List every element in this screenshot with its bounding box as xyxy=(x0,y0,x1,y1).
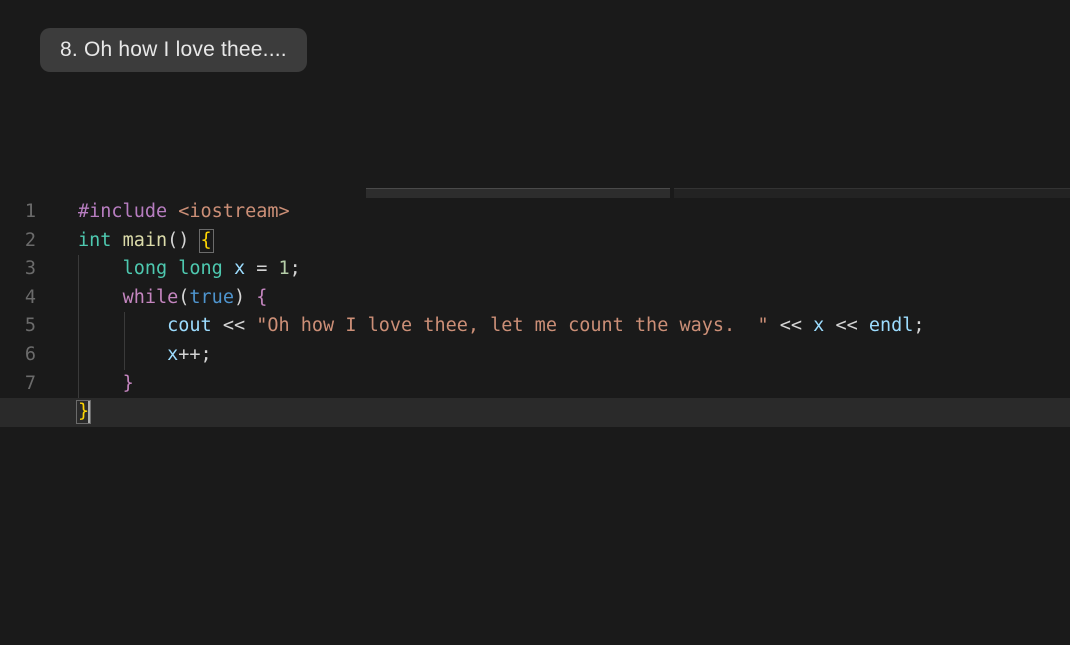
code-line[interactable]: #include <iostream> xyxy=(78,198,1070,227)
code-token xyxy=(858,315,869,336)
code-token: long xyxy=(123,258,168,279)
code-token: { xyxy=(256,287,267,308)
indent-guide xyxy=(124,312,125,341)
code-token: ; xyxy=(913,315,924,336)
line-number: 2 xyxy=(0,227,36,256)
code-token: #include xyxy=(78,201,167,222)
code-token xyxy=(223,258,234,279)
text-cursor xyxy=(88,401,90,423)
code-token xyxy=(111,230,122,251)
code-token: x xyxy=(234,258,245,279)
code-token xyxy=(245,258,256,279)
code-token: } xyxy=(123,373,134,394)
code-token: << xyxy=(223,315,245,336)
code-line[interactable]: } xyxy=(78,370,1070,399)
line-number: 4 xyxy=(0,284,36,313)
slide-title-pill: 8. Oh how I love thee.... xyxy=(40,28,307,72)
indent-whitespace xyxy=(78,344,167,365)
indent-whitespace xyxy=(78,315,167,336)
tab-inactive[interactable] xyxy=(674,188,1070,198)
code-token: cout xyxy=(167,315,212,336)
code-token xyxy=(167,258,178,279)
code-token: 1 xyxy=(279,258,290,279)
code-token: main xyxy=(123,230,168,251)
code-line[interactable]: while(true) { xyxy=(78,284,1070,313)
code-token xyxy=(267,258,278,279)
code-token: ( xyxy=(178,287,189,308)
code-line[interactable]: } xyxy=(0,398,1070,427)
code-token: "Oh how I love thee, let me count the wa… xyxy=(256,315,768,336)
indent-guide xyxy=(78,370,79,399)
code-token: endl xyxy=(869,315,914,336)
code-line[interactable]: int main() { xyxy=(78,227,1070,256)
slide-title-text: 8. Oh how I love thee.... xyxy=(60,38,287,61)
code-token: << xyxy=(780,315,802,336)
code-token: ++ xyxy=(178,344,200,365)
line-number: 5 xyxy=(0,312,36,341)
line-number: 6 xyxy=(0,341,36,370)
code-token: ) xyxy=(234,287,245,308)
code-line[interactable]: x++; xyxy=(78,341,1070,370)
tab-active[interactable] xyxy=(366,188,670,198)
indent-guide xyxy=(78,255,79,284)
code-token xyxy=(245,287,256,308)
code-token xyxy=(212,315,223,336)
code-area[interactable]: #include <iostream>int main() { long lon… xyxy=(78,198,1070,427)
code-token: x xyxy=(813,315,824,336)
code-token: while xyxy=(123,287,179,308)
tab-strip xyxy=(0,188,1070,198)
line-number: 7 xyxy=(0,370,36,399)
indent-guide xyxy=(78,341,79,370)
code-token: () xyxy=(167,230,189,251)
code-token: = xyxy=(256,258,267,279)
code-token xyxy=(769,315,780,336)
code-token: int xyxy=(78,230,111,251)
code-token xyxy=(802,315,813,336)
indent-whitespace xyxy=(78,258,123,279)
line-number: 3 xyxy=(0,255,36,284)
code-token: ; xyxy=(290,258,301,279)
code-token: x xyxy=(167,344,178,365)
code-token: long xyxy=(178,258,223,279)
code-token xyxy=(824,315,835,336)
indent-whitespace xyxy=(78,373,123,394)
line-number: 1 xyxy=(0,198,36,227)
code-token: true xyxy=(189,287,234,308)
code-token: << xyxy=(835,315,857,336)
code-token xyxy=(167,201,178,222)
indent-guide xyxy=(78,284,79,313)
code-token xyxy=(245,315,256,336)
indent-whitespace xyxy=(78,287,123,308)
code-token: <iostream> xyxy=(178,201,289,222)
code-line[interactable]: long long x = 1; xyxy=(78,255,1070,284)
line-number-gutter: 12345678 xyxy=(0,198,58,427)
code-token: ; xyxy=(201,344,212,365)
indent-guide xyxy=(124,341,125,370)
indent-guide xyxy=(78,312,79,341)
code-token: { xyxy=(199,229,214,253)
code-line[interactable]: cout << "Oh how I love thee, let me coun… xyxy=(78,312,1070,341)
